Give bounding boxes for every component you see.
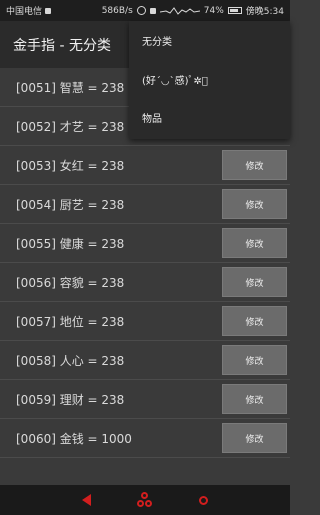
menu-item-uncategorized[interactable]: 无分类 [129,21,290,60]
list-item-label: [0054] 厨艺 = 238 [16,197,125,212]
recent-apps-icon[interactable] [199,495,208,505]
list-item: [0054] 厨艺 = 238 修改 [0,185,290,224]
list-item: [0059] 理财 = 238 修改 [0,380,290,419]
battery-percent: 74% [203,5,224,16]
list-item-label: [0056] 容貌 = 238 [16,275,125,290]
list-item-label: [0057] 地位 = 238 [16,314,125,329]
carrier-text: 中国电信 [6,7,43,17]
list-item-label: [0058] 人心 = 238 [16,353,125,368]
clock-text: 傍晚5:34 [245,7,284,17]
edit-button[interactable]: 修改 [222,384,287,414]
list-item-label: [0052] 才艺 = 238 [16,119,125,134]
list-item-label: [0060] 金钱 = 1000 [16,431,132,446]
list-item: [0055] 健康 = 238 修改 [0,224,290,263]
category-dropdown-menu: 无分类 (好´◡`感)ﾟ✲ﾟ 物品 [129,21,290,139]
list-item: [0053] 女红 = 238 修改 [0,146,290,185]
list-item: [0058] 人心 = 238 修改 [0,341,290,380]
edit-button[interactable]: 修改 [222,228,287,258]
list-item-label: [0059] 理财 = 238 [16,392,125,407]
list-item: [0057] 地位 = 238 修改 [0,302,290,341]
edit-button[interactable]: 修改 [222,150,287,180]
home-icon[interactable] [137,492,153,508]
system-nav-bar [0,485,290,515]
menu-item-items[interactable]: 物品 [129,98,290,137]
edit-button[interactable]: 修改 [222,423,287,453]
list-item: [0056] 容貌 = 238 修改 [0,263,290,302]
page-title: 金手指 - 无分类 [13,37,111,54]
edit-button[interactable]: 修改 [222,306,287,336]
alarm-icon [136,6,146,15]
list-item-label: [0051] 智慧 = 238 [16,80,125,95]
signal-graph-icon [159,6,200,15]
edit-button[interactable]: 修改 [222,345,287,375]
back-icon[interactable] [82,494,91,506]
menu-item-favorability[interactable]: (好´◡`感)ﾟ✲ﾟ [129,60,290,99]
qr-icon [149,7,156,14]
list-item: [0060] 金钱 = 1000 修改 [0,419,290,458]
notification-icon [45,7,52,14]
edit-button[interactable]: 修改 [222,267,287,297]
list-item-label: [0055] 健康 = 238 [16,236,125,251]
edit-button[interactable]: 修改 [222,189,287,219]
list-item-label: [0053] 女红 = 238 [16,158,125,173]
network-speed: 586B/s [101,5,133,16]
battery-icon [227,7,242,14]
status-bar: 中国电信 586B/s 74% 傍晚5:34 [0,0,290,21]
